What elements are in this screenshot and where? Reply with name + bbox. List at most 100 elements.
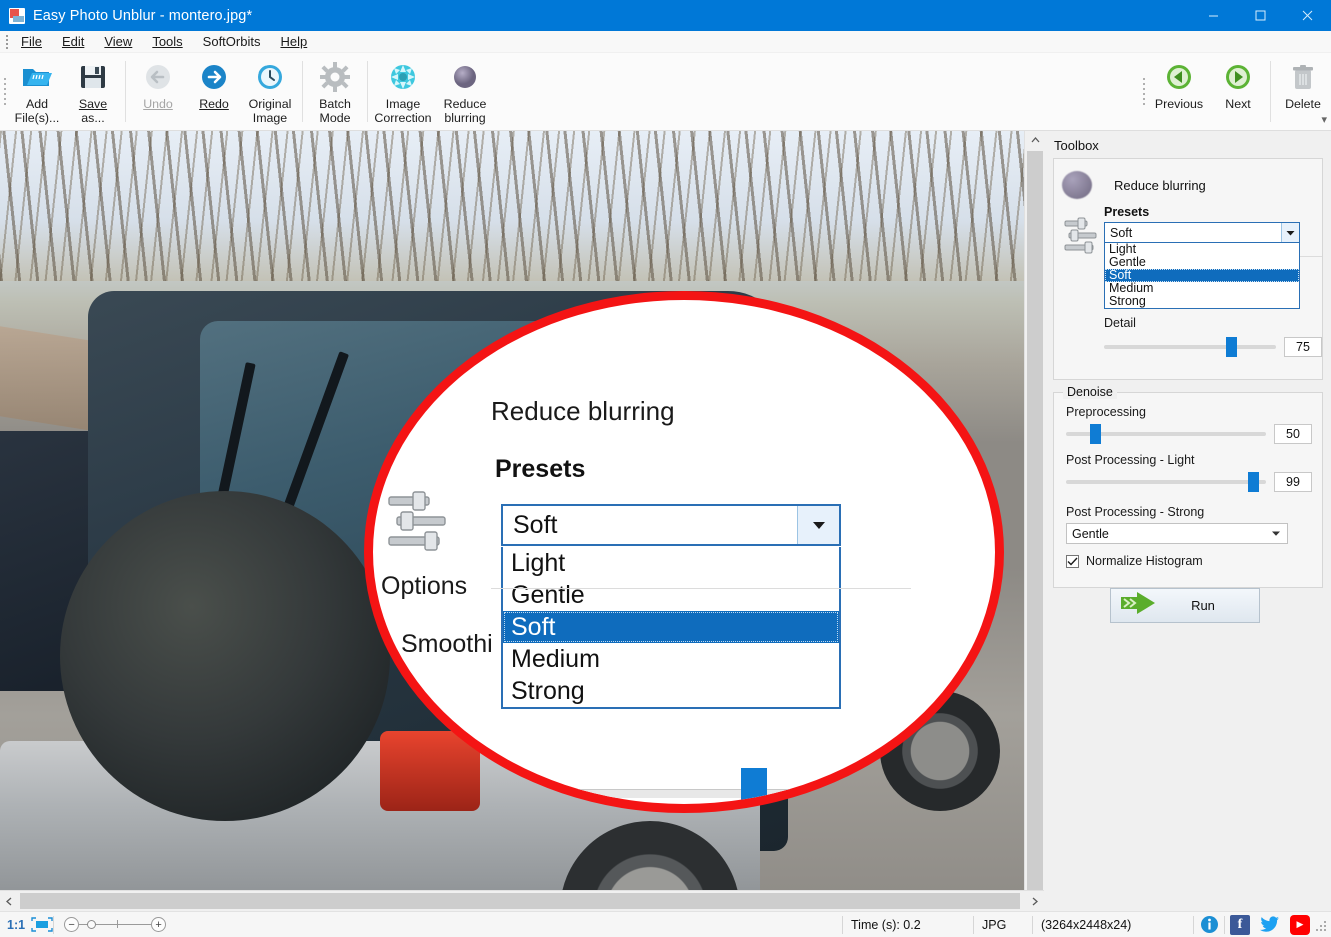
run-arrow-icon: [1119, 590, 1159, 621]
preprocessing-slider-thumb[interactable]: [1090, 424, 1101, 444]
zoom-slider[interactable]: − +: [64, 917, 166, 932]
scroll-right-icon[interactable]: [1026, 891, 1044, 911]
reduce-blurring-title: Reduce blurring: [1114, 178, 1206, 193]
youtube-icon[interactable]: ▶: [1290, 915, 1310, 935]
detail-value-box[interactable]: 75: [1284, 337, 1322, 357]
minimize-button[interactable]: [1190, 0, 1237, 31]
menu-item-view[interactable]: View: [94, 32, 142, 51]
magnified-dropdown-option[interactable]: Medium: [503, 643, 839, 675]
floppy-disk-icon: [76, 60, 110, 94]
preprocessing-slider-row: 50: [1066, 424, 1312, 444]
zoom-ratio-label[interactable]: 1:1: [0, 918, 25, 932]
detail-slider-thumb[interactable]: [1226, 337, 1237, 357]
fit-to-window-icon[interactable]: [31, 917, 53, 932]
batch-mode-button[interactable]: Batch Mode: [307, 53, 363, 130]
trash-icon: [1286, 60, 1320, 94]
zoom-slider-track[interactable]: [79, 924, 151, 925]
image-correction-button[interactable]: Image Correction: [372, 53, 434, 130]
zoom-out-button[interactable]: −: [64, 917, 79, 932]
presets-dropdown-list[interactable]: Light Gentle Soft Medium Strong: [1104, 243, 1300, 309]
normalize-histogram-checkbox[interactable]: [1066, 555, 1079, 568]
info-icon[interactable]: [1199, 915, 1219, 935]
close-button[interactable]: [1284, 0, 1331, 31]
magnified-presets-combobox[interactable]: Soft: [501, 504, 841, 546]
magnified-divider: [491, 588, 911, 589]
next-button[interactable]: Next: [1210, 53, 1266, 130]
redo-arrow-icon: [197, 60, 231, 94]
preprocessing-slider-track[interactable]: [1066, 432, 1266, 436]
scroll-left-icon[interactable]: [0, 891, 18, 911]
horizontal-scrollbar-thumb[interactable]: [20, 893, 1020, 909]
magnified-presets-dropdown[interactable]: Light Gentle Soft Medium Strong: [501, 547, 841, 709]
menu-item-edit[interactable]: Edit: [52, 32, 94, 51]
normalize-histogram-label: Normalize Histogram: [1086, 554, 1203, 568]
undo-arrow-icon: [141, 60, 175, 94]
undo-button[interactable]: Undo: [130, 53, 186, 130]
twitter-icon[interactable]: [1260, 915, 1280, 935]
magnified-dropdown-option[interactable]: Gentle: [503, 579, 839, 611]
save-as-button[interactable]: Save as...: [65, 53, 121, 130]
reduce-blurring-header: Reduce blurring: [1054, 159, 1322, 199]
batch-mode-label-1: Batch: [319, 97, 351, 111]
detail-slider-track[interactable]: [1104, 345, 1276, 349]
dropdown-option-strong[interactable]: Strong: [1105, 295, 1299, 308]
facebook-icon[interactable]: f: [1230, 915, 1250, 935]
reduce-blurring-group: Reduce blurring Presets: [1053, 158, 1323, 380]
redo-button[interactable]: Redo: [186, 53, 242, 130]
original-image-button[interactable]: Original Image: [242, 53, 298, 130]
maximize-button[interactable]: [1237, 0, 1284, 31]
menu-item-help[interactable]: Help: [270, 32, 317, 51]
horizontal-scrollbar[interactable]: [0, 890, 1044, 910]
post-light-slider-track[interactable]: [1066, 480, 1266, 484]
resize-grip-icon[interactable]: [1315, 918, 1329, 932]
post-strong-value: Gentle: [1067, 527, 1109, 541]
magnified-smoothing-label: Smoothi: [401, 630, 493, 659]
reduce-blurring-button[interactable]: Reduce blurring: [434, 53, 496, 130]
toolbar-separator: [125, 61, 126, 122]
image-canvas[interactable]: Reduce blurring Presets Soft: [0, 131, 1044, 910]
next-arrow-icon: [1221, 60, 1255, 94]
previous-label: Previous: [1155, 97, 1203, 111]
vertical-scrollbar[interactable]: [1024, 131, 1044, 910]
presets-combobox[interactable]: Soft: [1104, 222, 1300, 243]
post-light-slider-thumb[interactable]: [1248, 472, 1259, 492]
chevron-down-icon[interactable]: [797, 506, 839, 544]
zoom-in-button[interactable]: +: [151, 917, 166, 932]
reduce-blurring-body: Presets Soft Light Gentle Soft Me: [1054, 199, 1322, 357]
magnifier-overlay: Reduce blurring Presets Soft: [364, 291, 1004, 813]
magnified-dropdown-option-selected[interactable]: Soft: [503, 611, 839, 643]
normalize-histogram-row[interactable]: Normalize Histogram: [1066, 554, 1312, 568]
application-window: Easy Photo Unblur - montero.jpg* File Ed…: [0, 0, 1331, 937]
scroll-up-icon[interactable]: [1025, 131, 1045, 149]
chevron-down-icon[interactable]: [1281, 223, 1299, 242]
previous-button[interactable]: Previous: [1148, 53, 1210, 130]
menu-item-tools[interactable]: Tools: [142, 32, 192, 51]
reduce-blurring-label-2: blurring: [444, 111, 485, 125]
preprocessing-value-box[interactable]: 50: [1274, 424, 1312, 444]
vertical-scrollbar-thumb[interactable]: [1027, 151, 1043, 891]
run-button[interactable]: Run: [1110, 588, 1260, 623]
toolbar-overflow-icon[interactable]: ▾: [1321, 113, 1327, 126]
magnified-presets-label: Presets: [495, 455, 585, 484]
image-correction-label-1: Image: [386, 97, 420, 111]
toolbar-separator: [367, 61, 368, 122]
main-toolbar: Add File(s)... Save as...: [0, 53, 1331, 131]
post-processing-light-label: Post Processing - Light: [1066, 453, 1312, 467]
post-light-value-box[interactable]: 99: [1274, 472, 1312, 492]
magnified-slider-thumb[interactable]: [741, 768, 767, 810]
zoom-slider-knob[interactable]: [87, 920, 96, 929]
menu-bar: File Edit View Tools SoftOrbits Help: [0, 31, 1331, 53]
menu-item-softorbits[interactable]: SoftOrbits: [193, 32, 271, 51]
menu-item-file[interactable]: File: [11, 32, 52, 51]
dropdown-option-gentle[interactable]: Gentle: [1105, 256, 1299, 269]
magnified-dropdown-option[interactable]: Strong: [503, 675, 839, 707]
original-image-label-1: Original: [249, 97, 292, 111]
zoom-slider-tick: [117, 920, 118, 928]
add-files-button[interactable]: Add File(s)...: [9, 53, 65, 130]
chevron-down-icon[interactable]: [1272, 529, 1280, 538]
magnified-dropdown-option[interactable]: Light: [503, 547, 839, 579]
post-processing-strong-combobox[interactable]: Gentle: [1066, 523, 1288, 544]
undo-label: Undo: [143, 97, 173, 111]
magnified-slider-track[interactable]: [413, 789, 973, 798]
photo-spare-tire: [60, 491, 390, 821]
